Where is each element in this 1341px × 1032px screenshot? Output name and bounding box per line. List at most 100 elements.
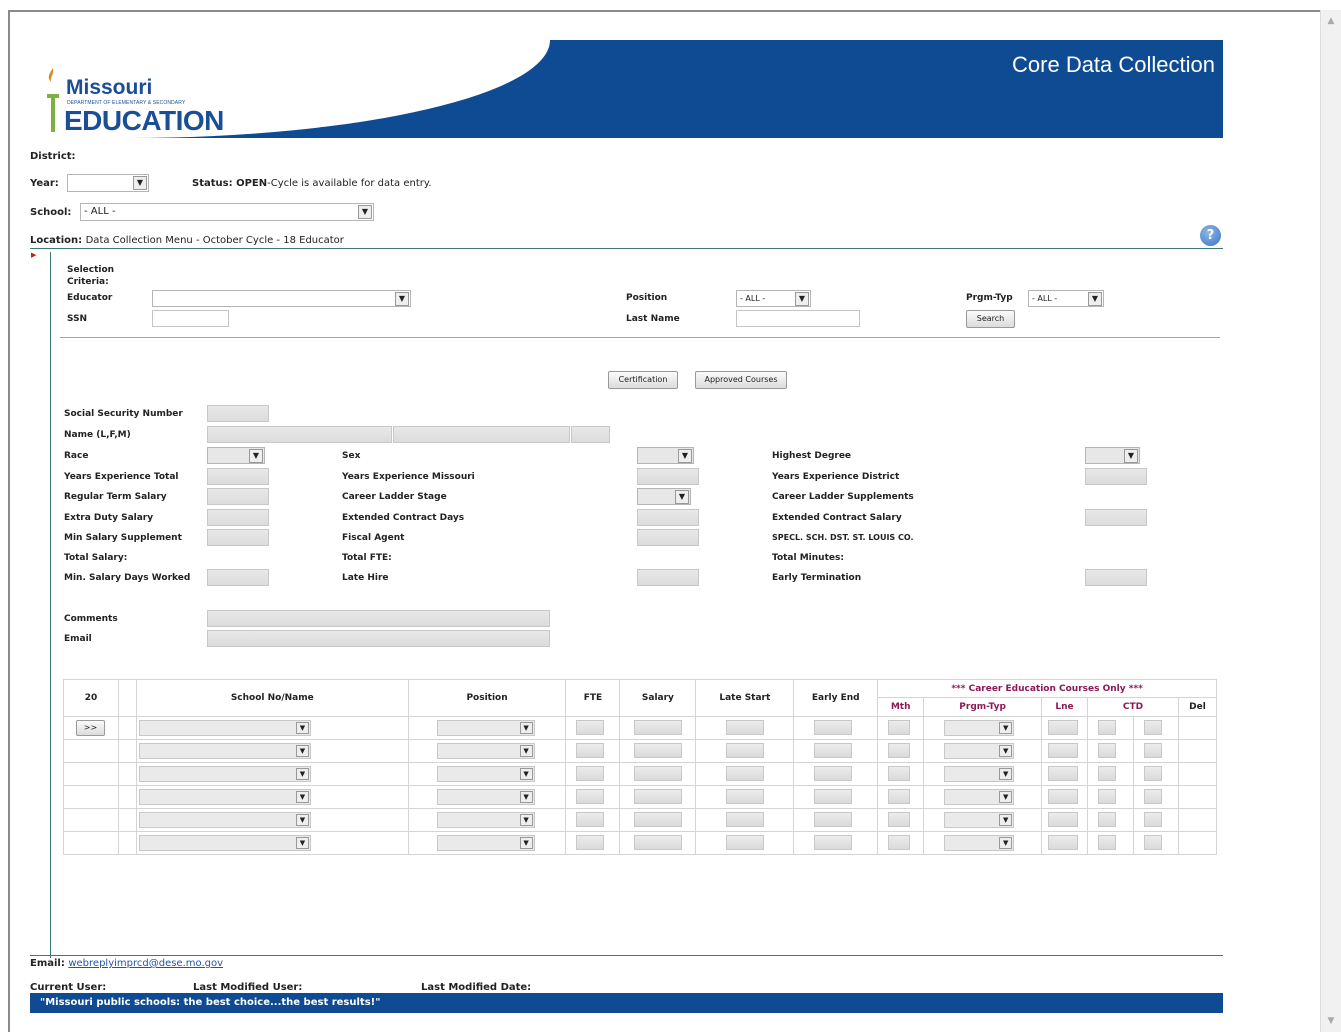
ctd-input-1[interactable]	[1098, 789, 1117, 804]
ssn-field[interactable]	[207, 405, 269, 422]
early-end-input[interactable]	[814, 789, 853, 804]
ctd-input-1[interactable]	[1098, 766, 1117, 781]
fte-input[interactable]	[576, 789, 605, 804]
yrs-district-field[interactable]	[1085, 468, 1147, 485]
certification-button[interactable]: Certification	[608, 371, 678, 389]
expand-row-button[interactable]: >>	[76, 720, 105, 736]
race-select[interactable]: ▼	[207, 447, 265, 464]
yrs-missouri-field[interactable]	[637, 468, 699, 485]
prgm-typ-select[interactable]: ▼	[944, 835, 1015, 851]
prgm-typ-select[interactable]: ▼	[944, 766, 1015, 782]
school-select[interactable]: ▼	[138, 720, 311, 736]
mth-input[interactable]	[888, 766, 911, 781]
late-start-input[interactable]	[726, 720, 765, 735]
lne-input[interactable]	[1048, 789, 1079, 804]
search-button[interactable]: Search	[966, 310, 1015, 328]
position-select[interactable]: ▼	[436, 812, 535, 828]
late-start-input[interactable]	[726, 812, 765, 827]
ssn-search-input[interactable]	[152, 310, 229, 327]
salary-input[interactable]	[634, 743, 683, 758]
fiscal-agent-field[interactable]	[637, 529, 699, 546]
lne-input[interactable]	[1048, 766, 1079, 781]
mth-input[interactable]	[888, 743, 911, 758]
scroll-up-icon[interactable]: ▲	[1324, 14, 1338, 28]
comments-field[interactable]	[207, 610, 550, 627]
position-select[interactable]: - ALL - ▼	[736, 290, 811, 307]
prgm-typ-select[interactable]: ▼	[944, 743, 1015, 759]
fte-input[interactable]	[576, 812, 605, 827]
early-end-input[interactable]	[814, 766, 853, 781]
ctd-input-2[interactable]	[1143, 766, 1162, 781]
fte-input[interactable]	[576, 766, 605, 781]
extra-duty-field[interactable]	[207, 509, 269, 526]
ctd-input-1[interactable]	[1098, 720, 1117, 735]
lne-input[interactable]	[1048, 835, 1079, 850]
first-name-field[interactable]	[393, 426, 570, 443]
salary-input[interactable]	[634, 789, 683, 804]
middle-initial-field[interactable]	[571, 426, 610, 443]
school-select[interactable]: ▼	[138, 766, 311, 782]
ctd-input-2[interactable]	[1143, 720, 1162, 735]
lne-input[interactable]	[1048, 812, 1079, 827]
scroll-down-icon[interactable]: ▼	[1324, 1014, 1338, 1028]
ctd-input-2[interactable]	[1143, 743, 1162, 758]
min-days-field[interactable]	[207, 569, 269, 586]
prgm-typ-select[interactable]: ▼	[944, 812, 1015, 828]
help-icon[interactable]: ?	[1200, 225, 1221, 246]
ctd-input-1[interactable]	[1098, 743, 1117, 758]
sex-select[interactable]: ▼	[637, 447, 694, 464]
salary-input[interactable]	[634, 766, 683, 781]
ctd-input-2[interactable]	[1143, 812, 1162, 827]
fte-input[interactable]	[576, 835, 605, 850]
prgm-typ-select[interactable]: ▼	[944, 720, 1015, 736]
educator-select[interactable]: ▼	[152, 290, 411, 307]
school-select[interactable]: ▼	[138, 789, 311, 805]
late-start-input[interactable]	[726, 743, 765, 758]
early-end-input[interactable]	[814, 812, 853, 827]
ctd-input-1[interactable]	[1098, 812, 1117, 827]
early-end-input[interactable]	[814, 720, 853, 735]
collapse-arrow-icon[interactable]: ▶	[31, 251, 36, 259]
ext-days-field[interactable]	[637, 509, 699, 526]
fte-input[interactable]	[576, 720, 605, 735]
position-select[interactable]: ▼	[436, 720, 535, 736]
position-select[interactable]: ▼	[436, 835, 535, 851]
prgm-typ-select[interactable]: ▼	[944, 789, 1015, 805]
prgm-typ-select[interactable]: - ALL - ▼	[1028, 290, 1104, 307]
mth-input[interactable]	[888, 835, 911, 850]
min-supp-field[interactable]	[207, 529, 269, 546]
lne-input[interactable]	[1048, 720, 1079, 735]
salary-input[interactable]	[634, 720, 683, 735]
late-start-input[interactable]	[726, 835, 765, 850]
mth-input[interactable]	[888, 812, 911, 827]
early-end-input[interactable]	[814, 835, 853, 850]
career-stage-select[interactable]: ▼	[637, 488, 691, 505]
ctd-input-1[interactable]	[1098, 835, 1117, 850]
salary-input[interactable]	[634, 812, 683, 827]
position-select[interactable]: ▼	[436, 743, 535, 759]
position-select[interactable]: ▼	[436, 766, 535, 782]
late-hire-field[interactable]	[637, 569, 699, 586]
regular-salary-field[interactable]	[207, 488, 269, 505]
ctd-input-2[interactable]	[1143, 789, 1162, 804]
salary-input[interactable]	[634, 835, 683, 850]
early-term-field[interactable]	[1085, 569, 1147, 586]
school-select[interactable]: - ALL - ▼	[80, 203, 374, 221]
mth-input[interactable]	[888, 720, 911, 735]
vertical-scrollbar[interactable]: ▲ ▼	[1320, 10, 1341, 1032]
school-select[interactable]: ▼	[138, 835, 311, 851]
year-select[interactable]: ▼	[67, 174, 149, 192]
ctd-input-2[interactable]	[1143, 835, 1162, 850]
early-end-input[interactable]	[814, 743, 853, 758]
yrs-total-field[interactable]	[207, 468, 269, 485]
lne-input[interactable]	[1048, 743, 1079, 758]
fte-input[interactable]	[576, 743, 605, 758]
mth-input[interactable]	[888, 789, 911, 804]
position-select[interactable]: ▼	[436, 789, 535, 805]
ext-salary-field[interactable]	[1085, 509, 1147, 526]
school-select[interactable]: ▼	[138, 743, 311, 759]
late-start-input[interactable]	[726, 766, 765, 781]
last-name-input[interactable]	[736, 310, 860, 327]
late-start-input[interactable]	[726, 789, 765, 804]
approved-courses-button[interactable]: Approved Courses	[695, 371, 787, 389]
